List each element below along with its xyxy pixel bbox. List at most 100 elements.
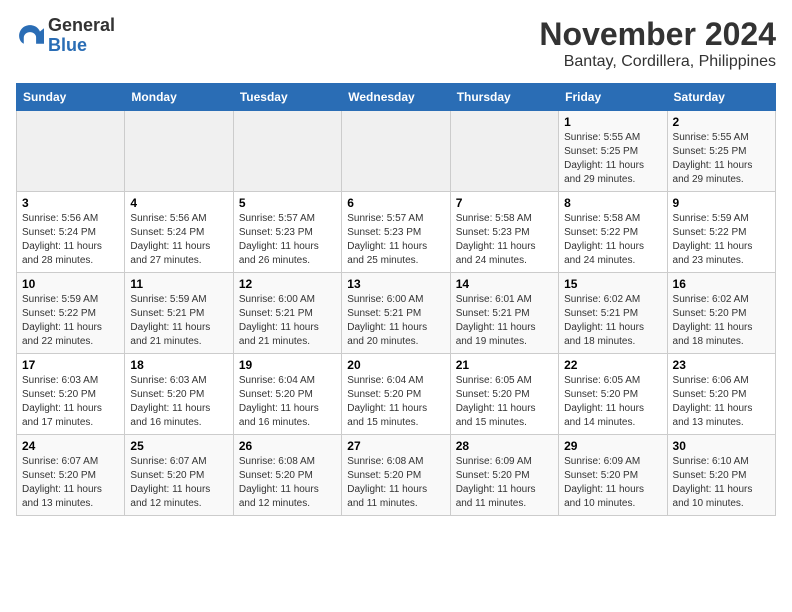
day-info: Sunrise: 5:58 AM Sunset: 5:23 PM Dayligh… — [456, 212, 553, 268]
day-number: 21 — [456, 358, 553, 372]
day-info: Sunrise: 5:56 AM Sunset: 5:24 PM Dayligh… — [130, 212, 227, 268]
calendar-cell: 18 Sunrise: 6:03 AM Sunset: 5:20 PM Dayli… — [125, 354, 233, 435]
week-row-2: 3 Sunrise: 5:56 AM Sunset: 5:24 PM Daylig… — [17, 192, 776, 273]
calendar-cell: 23 Sunrise: 6:06 AM Sunset: 5:20 PM Dayli… — [667, 354, 775, 435]
logo-icon — [16, 22, 44, 50]
day-number: 3 — [22, 196, 119, 210]
location: Bantay, Cordillera, Philippines — [539, 53, 776, 71]
calendar-cell: 6 Sunrise: 5:57 AM Sunset: 5:23 PM Daylig… — [342, 192, 450, 273]
day-number: 24 — [22, 439, 119, 453]
week-row-4: 17 Sunrise: 6:03 AM Sunset: 5:20 PM Dayli… — [17, 354, 776, 435]
month-year: November 2024 — [539, 16, 776, 53]
day-info: Sunrise: 5:59 AM Sunset: 5:21 PM Dayligh… — [130, 293, 227, 349]
day-info: Sunrise: 6:04 AM Sunset: 5:20 PM Dayligh… — [347, 374, 444, 430]
calendar-cell — [125, 111, 233, 192]
day-number: 12 — [239, 277, 336, 291]
day-info: Sunrise: 6:07 AM Sunset: 5:20 PM Dayligh… — [130, 455, 227, 511]
logo-text: General Blue — [48, 16, 115, 56]
calendar-cell: 2Sunrise: 5:55 AM Sunset: 5:25 PM Daylig… — [667, 111, 775, 192]
day-info: Sunrise: 6:07 AM Sunset: 5:20 PM Dayligh… — [22, 455, 119, 511]
weekday-header-sunday: Sunday — [17, 84, 125, 111]
calendar-table: SundayMondayTuesdayWednesdayThursdayFrid… — [16, 83, 776, 516]
day-number: 14 — [456, 277, 553, 291]
weekday-header-tuesday: Tuesday — [233, 84, 341, 111]
calendar-cell: 13 Sunrise: 6:00 AM Sunset: 5:21 PM Dayli… — [342, 273, 450, 354]
day-info: Sunrise: 5:58 AM Sunset: 5:22 PM Dayligh… — [564, 212, 661, 268]
day-info: Sunrise: 6:10 AM Sunset: 5:20 PM Dayligh… — [673, 455, 770, 511]
day-info: Sunrise: 6:02 AM Sunset: 5:21 PM Dayligh… — [564, 293, 661, 349]
day-number: 30 — [673, 439, 770, 453]
calendar-cell: 11 Sunrise: 5:59 AM Sunset: 5:21 PM Dayli… — [125, 273, 233, 354]
calendar-cell: 30 Sunrise: 6:10 AM Sunset: 5:20 PM Dayli… — [667, 435, 775, 516]
day-number: 4 — [130, 196, 227, 210]
week-row-3: 10Sunrise: 5:59 AM Sunset: 5:22 PM Dayli… — [17, 273, 776, 354]
day-info: Sunrise: 6:06 AM Sunset: 5:20 PM Dayligh… — [673, 374, 770, 430]
day-number: 26 — [239, 439, 336, 453]
day-info: Sunrise: 6:03 AM Sunset: 5:20 PM Dayligh… — [130, 374, 227, 430]
header: General Blue November 2024 Bantay, Cordi… — [16, 16, 776, 71]
calendar-cell: 29Sunrise: 6:09 AM Sunset: 5:20 PM Dayli… — [559, 435, 667, 516]
day-number: 28 — [456, 439, 553, 453]
calendar-cell: 25 Sunrise: 6:07 AM Sunset: 5:20 PM Dayli… — [125, 435, 233, 516]
day-info: Sunrise: 6:08 AM Sunset: 5:20 PM Dayligh… — [239, 455, 336, 511]
day-info: Sunrise: 6:01 AM Sunset: 5:21 PM Dayligh… — [456, 293, 553, 349]
calendar-cell — [342, 111, 450, 192]
calendar-cell: 20 Sunrise: 6:04 AM Sunset: 5:20 PM Dayli… — [342, 354, 450, 435]
day-number: 20 — [347, 358, 444, 372]
calendar-cell: 9Sunrise: 5:59 AM Sunset: 5:22 PM Daylig… — [667, 192, 775, 273]
calendar-cell: 28 Sunrise: 6:09 AM Sunset: 5:20 PM Dayli… — [450, 435, 558, 516]
calendar-cell — [450, 111, 558, 192]
day-info: Sunrise: 6:00 AM Sunset: 5:21 PM Dayligh… — [239, 293, 336, 349]
day-number: 19 — [239, 358, 336, 372]
day-number: 7 — [456, 196, 553, 210]
title-area: November 2024 Bantay, Cordillera, Philip… — [539, 16, 776, 71]
calendar-cell: 10Sunrise: 5:59 AM Sunset: 5:22 PM Dayli… — [17, 273, 125, 354]
day-number: 11 — [130, 277, 227, 291]
calendar-cell: 19 Sunrise: 6:04 AM Sunset: 5:20 PM Dayli… — [233, 354, 341, 435]
day-info: Sunrise: 5:59 AM Sunset: 5:22 PM Dayligh… — [673, 212, 770, 268]
day-info: Sunrise: 6:04 AM Sunset: 5:20 PM Dayligh… — [239, 374, 336, 430]
day-number: 5 — [239, 196, 336, 210]
day-info: Sunrise: 5:56 AM Sunset: 5:24 PM Dayligh… — [22, 212, 119, 268]
day-number: 18 — [130, 358, 227, 372]
calendar-cell: 12 Sunrise: 6:00 AM Sunset: 5:21 PM Dayli… — [233, 273, 341, 354]
day-number: 6 — [347, 196, 444, 210]
weekday-header-saturday: Saturday — [667, 84, 775, 111]
day-number: 23 — [673, 358, 770, 372]
calendar-cell: 3 Sunrise: 5:56 AM Sunset: 5:24 PM Daylig… — [17, 192, 125, 273]
calendar-cell — [233, 111, 341, 192]
calendar-cell: 26 Sunrise: 6:08 AM Sunset: 5:20 PM Dayli… — [233, 435, 341, 516]
day-number: 25 — [130, 439, 227, 453]
day-number: 8 — [564, 196, 661, 210]
day-info: Sunrise: 5:59 AM Sunset: 5:22 PM Dayligh… — [22, 293, 119, 349]
day-info: Sunrise: 5:57 AM Sunset: 5:23 PM Dayligh… — [347, 212, 444, 268]
day-number: 16 — [673, 277, 770, 291]
calendar-cell: 5Sunrise: 5:57 AM Sunset: 5:23 PM Daylig… — [233, 192, 341, 273]
weekday-header-wednesday: Wednesday — [342, 84, 450, 111]
day-number: 2 — [673, 115, 770, 129]
calendar-cell: 22Sunrise: 6:05 AM Sunset: 5:20 PM Dayli… — [559, 354, 667, 435]
day-info: Sunrise: 6:05 AM Sunset: 5:20 PM Dayligh… — [456, 374, 553, 430]
calendar-cell: 17Sunrise: 6:03 AM Sunset: 5:20 PM Dayli… — [17, 354, 125, 435]
day-info: Sunrise: 6:02 AM Sunset: 5:20 PM Dayligh… — [673, 293, 770, 349]
day-number: 22 — [564, 358, 661, 372]
week-row-1: 1 Sunrise: 5:55 AM Sunset: 5:25 PM Daylig… — [17, 111, 776, 192]
calendar-cell: 8 Sunrise: 5:58 AM Sunset: 5:22 PM Daylig… — [559, 192, 667, 273]
day-info: Sunrise: 6:08 AM Sunset: 5:20 PM Dayligh… — [347, 455, 444, 511]
day-info: Sunrise: 6:09 AM Sunset: 5:20 PM Dayligh… — [564, 455, 661, 511]
day-info: Sunrise: 6:00 AM Sunset: 5:21 PM Dayligh… — [347, 293, 444, 349]
day-info: Sunrise: 5:55 AM Sunset: 5:25 PM Dayligh… — [564, 131, 661, 187]
day-number: 13 — [347, 277, 444, 291]
calendar-cell: 1 Sunrise: 5:55 AM Sunset: 5:25 PM Daylig… — [559, 111, 667, 192]
logo: General Blue — [16, 16, 115, 56]
day-info: Sunrise: 6:09 AM Sunset: 5:20 PM Dayligh… — [456, 455, 553, 511]
day-number: 17 — [22, 358, 119, 372]
day-number: 15 — [564, 277, 661, 291]
calendar-cell: 24 Sunrise: 6:07 AM Sunset: 5:20 PM Dayli… — [17, 435, 125, 516]
calendar-cell: 15 Sunrise: 6:02 AM Sunset: 5:21 PM Dayli… — [559, 273, 667, 354]
calendar-cell — [17, 111, 125, 192]
weekday-header-friday: Friday — [559, 84, 667, 111]
weekday-header-thursday: Thursday — [450, 84, 558, 111]
day-number: 1 — [564, 115, 661, 129]
calendar-cell: 27Sunrise: 6:08 AM Sunset: 5:20 PM Dayli… — [342, 435, 450, 516]
